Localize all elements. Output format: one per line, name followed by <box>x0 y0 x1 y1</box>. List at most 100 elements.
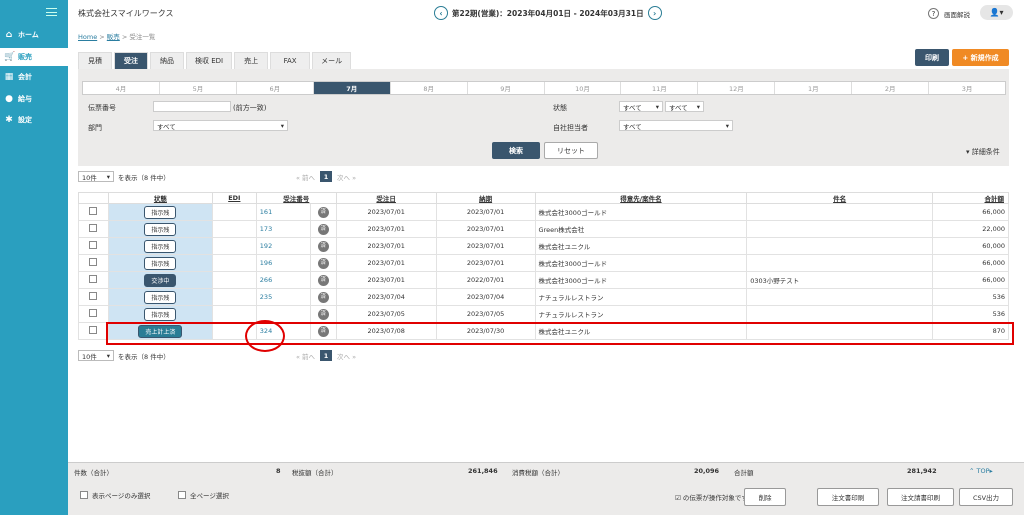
month-tab[interactable]: 4月 <box>83 82 160 94</box>
row-checkbox[interactable] <box>89 241 98 249</box>
hamburger-menu-icon[interactable] <box>46 8 57 16</box>
sidebar-item-accounting[interactable]: ▦ 会計 <box>0 68 68 86</box>
order-number-cell[interactable]: 235 <box>255 288 311 306</box>
tab-estimate[interactable]: 見積 <box>78 52 112 69</box>
row-checkbox-cell[interactable] <box>78 288 109 306</box>
tab-mail[interactable]: メール <box>312 52 352 69</box>
month-tab[interactable]: 6月 <box>237 82 314 94</box>
col-client[interactable]: 得意先/案件名 <box>534 192 748 204</box>
tab-order[interactable]: 受注 <box>114 52 148 69</box>
help-icon[interactable]: ? <box>928 8 939 19</box>
row-checkbox-cell[interactable] <box>78 254 109 272</box>
col-edi[interactable]: EDI <box>211 192 257 204</box>
user-menu-button[interactable]: 👤▾ <box>980 5 1013 20</box>
detail-conditions-toggle[interactable]: ▾ 詳細条件 <box>966 147 1000 157</box>
col-order-date[interactable]: 受注日 <box>335 192 437 204</box>
status-badge[interactable]: 指示残 <box>144 290 177 304</box>
tab-fax[interactable]: FAX <box>270 52 311 69</box>
department-select[interactable]: すべて ▾ <box>153 120 288 131</box>
table-row[interactable]: 指示残 235 済 2023/07/04 2023/07/04 ナチュラルレストラン 536 <box>78 288 1009 306</box>
slip-number-input[interactable] <box>153 101 231 112</box>
select-all-option[interactable]: 全ページ選択 <box>178 490 229 500</box>
row-checkbox[interactable] <box>89 275 98 283</box>
row-checkbox-cell[interactable] <box>78 305 109 323</box>
row-checkbox-cell[interactable] <box>78 203 109 221</box>
month-tab[interactable]: 12月 <box>698 82 776 94</box>
month-tab[interactable]: 5月 <box>160 82 237 94</box>
row-checkbox[interactable] <box>89 292 98 300</box>
per-page-select[interactable]: 10件 ▾ <box>78 350 114 361</box>
tab-inspection-edi[interactable]: 検収 EDI <box>186 52 233 69</box>
table-row[interactable]: 指示残 161 済 2023/07/01 2023/07/01 株式会社3000ゴールド 6… <box>78 203 1009 221</box>
month-tab[interactable]: 9月 <box>468 82 545 94</box>
month-tab[interactable]: 10月 <box>545 82 622 94</box>
order-number-link[interactable]: 196 <box>260 259 272 267</box>
table-row[interactable]: 指示残 196 済 2023/07/01 2023/07/01 株式会社3000ゴールド 6… <box>78 254 1009 272</box>
row-checkbox[interactable] <box>89 224 98 232</box>
select-page-checkbox[interactable] <box>80 491 88 499</box>
row-checkbox-cell[interactable] <box>78 237 109 255</box>
month-tab[interactable]: 8月 <box>391 82 468 94</box>
table-row[interactable]: 指示残済 2023/07/05 2023/07/05 ナチュラルレストラン 536 <box>78 305 1009 323</box>
sidebar-item-sales[interactable]: 🛒 販売 <box>0 48 68 66</box>
col-total[interactable]: 合計額 <box>932 192 1009 204</box>
next-page-link[interactable]: 次へ » <box>337 351 356 361</box>
back-to-top-link[interactable]: ⌃ TOP▸ <box>969 467 993 475</box>
col-subject[interactable]: 件名 <box>746 192 933 204</box>
status-badge[interactable]: 交渉中 <box>144 273 177 287</box>
row-checkbox[interactable] <box>89 326 98 334</box>
breadcrumb-sales[interactable]: 販売 <box>107 33 120 41</box>
row-checkbox[interactable] <box>89 258 98 266</box>
prev-page-link[interactable]: « 前へ <box>296 351 315 361</box>
row-checkbox-cell[interactable] <box>78 220 109 238</box>
order-print-button[interactable]: 注文書印刷 <box>817 488 879 506</box>
next-page-link[interactable]: 次へ » <box>337 172 356 182</box>
status-select-2[interactable]: すべて ▾ <box>665 101 704 112</box>
order-number-link[interactable]: 173 <box>260 225 272 233</box>
col-due-date[interactable]: 納期 <box>435 192 536 204</box>
month-tab[interactable]: 2月 <box>852 82 930 94</box>
csv-export-button[interactable]: CSV出力 <box>959 488 1013 506</box>
breadcrumb-home[interactable]: Home <box>78 33 97 41</box>
status-badge[interactable]: 指示残 <box>144 205 177 219</box>
status-badge[interactable]: 指示残 <box>144 256 177 270</box>
order-number-cell[interactable]: 196 <box>255 254 311 272</box>
order-number-cell[interactable]: 173 <box>255 220 311 238</box>
tab-sales[interactable]: 売上 <box>234 52 269 69</box>
order-number-cell[interactable]: 161 <box>255 203 311 221</box>
order-number-link[interactable]: 192 <box>260 242 272 250</box>
sidebar-item-payroll[interactable]: ● 給与 <box>0 90 68 108</box>
print-button[interactable]: 印刷 <box>915 49 949 66</box>
order-number-cell[interactable]: 266 <box>255 271 311 289</box>
order-number-link[interactable]: 266 <box>260 276 272 284</box>
status-badge[interactable]: 指示残 <box>144 307 177 321</box>
sidebar-item-settings[interactable]: ✱ 設定 <box>0 111 68 129</box>
help-link[interactable]: 画面解説 <box>944 9 970 19</box>
tab-delivery[interactable]: 納品 <box>150 52 184 69</box>
prev-page-link[interactable]: « 前へ <box>296 172 315 182</box>
prev-period-icon[interactable]: ‹ <box>434 6 448 20</box>
per-page-select[interactable]: 10件 ▾ <box>78 171 114 182</box>
new-order-button[interactable]: + 新規作成 <box>952 49 1009 66</box>
col-status[interactable]: 状態 <box>107 192 213 204</box>
month-tab[interactable]: 1月 <box>775 82 853 94</box>
status-badge[interactable]: 指示残 <box>144 239 177 253</box>
reset-button[interactable]: リセット <box>544 142 598 159</box>
row-checkbox-cell[interactable] <box>78 271 109 289</box>
next-period-icon[interactable]: › <box>647 6 662 20</box>
row-checkbox[interactable] <box>89 309 98 317</box>
order-number-link[interactable]: 161 <box>260 208 272 216</box>
select-page-option[interactable]: 表示ページのみ選択 <box>80 490 150 500</box>
order-number-link[interactable]: 235 <box>260 293 272 301</box>
select-all-checkbox[interactable] <box>178 491 186 499</box>
status-badge[interactable]: 指示残 <box>144 222 177 236</box>
table-row[interactable]: 指示残 173 済 2023/07/01 2023/07/01 Green株式会社 22,0… <box>78 220 1009 238</box>
month-tab-active[interactable]: 7月 <box>313 82 391 94</box>
sidebar-item-home[interactable]: ⌂ ホーム <box>0 26 68 44</box>
staff-select[interactable]: すべて ▾ <box>619 120 733 131</box>
order-number-cell[interactable]: 192 <box>255 237 311 255</box>
table-row[interactable]: 交渉中 266 済 2023/07/01 2022/07/01 株式会社3000ゴールド 0… <box>78 271 1009 289</box>
table-row[interactable]: 指示残 192 済 2023/07/01 2023/07/01 株式会社ユニクル 60,00… <box>78 237 1009 255</box>
page-number[interactable]: 1 <box>320 171 333 182</box>
page-number[interactable]: 1 <box>320 350 333 361</box>
